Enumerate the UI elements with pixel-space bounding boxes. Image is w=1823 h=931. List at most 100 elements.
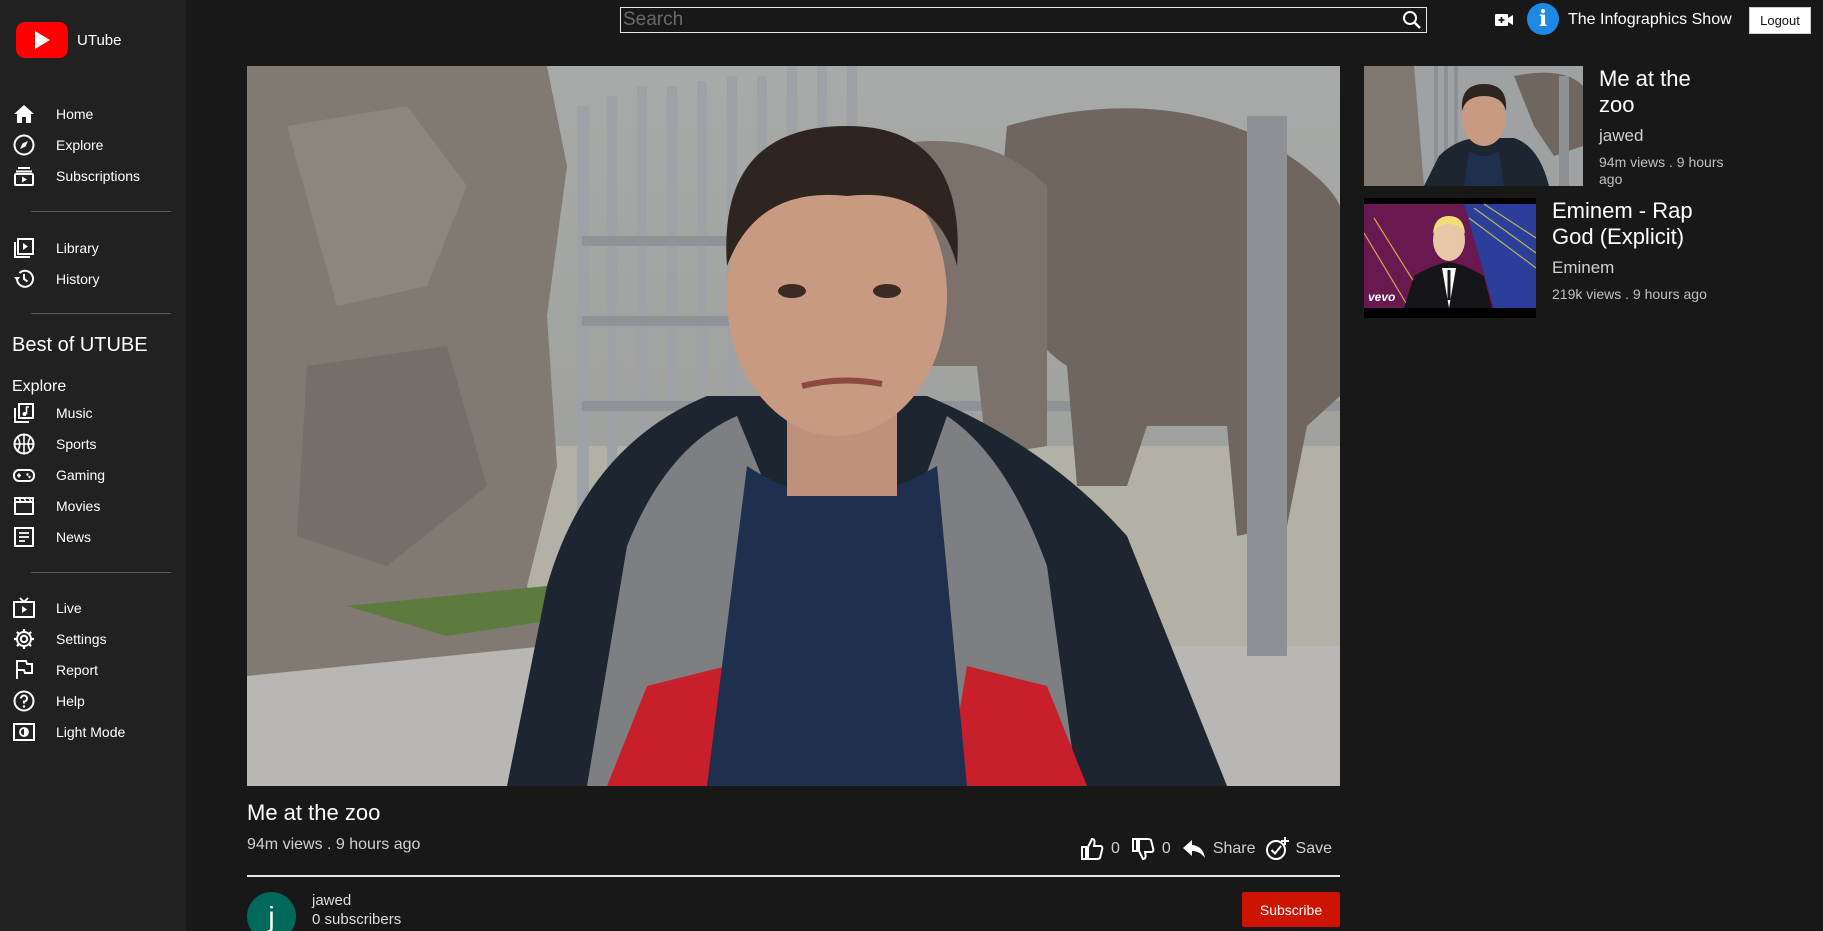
meta-line: ago (1599, 171, 1623, 187)
dislike-button[interactable]: 0 (1130, 836, 1181, 862)
divider (247, 875, 1340, 877)
sidebar-item-explore[interactable]: Explore (12, 133, 103, 157)
title-line: zoo (1599, 92, 1635, 117)
recommendation-channel[interactable]: jawed (1599, 126, 1643, 146)
section-title: Best of UTUBE (12, 334, 148, 356)
dislike-count: 0 (1161, 840, 1171, 857)
sidebar-item-label: Help (56, 693, 85, 709)
sidebar-divider (31, 313, 171, 314)
flag-icon (12, 658, 36, 682)
sidebar-item-label: Report (56, 662, 99, 678)
save-button[interactable]: Save (1264, 836, 1340, 862)
share-label: Share (1212, 840, 1256, 857)
sidebar-divider (31, 572, 171, 573)
sidebar-item-label: History (56, 271, 100, 287)
sidebar-item-label: Subscriptions (56, 168, 141, 184)
video-actions: 0 0 Share Save (1079, 836, 1340, 862)
sidebar-item-label: Home (56, 106, 94, 122)
home-icon (12, 102, 36, 126)
search-icon[interactable] (1402, 10, 1422, 30)
channel-name[interactable]: The Infographics Show (1568, 11, 1732, 29)
avatar-letter: j (268, 900, 275, 931)
sidebar-item-report[interactable]: Report (12, 658, 98, 682)
vevo-badge: vevo (1368, 290, 1396, 304)
recommendation-card[interactable]: vevo Eminem - Rap God (Explicit) Eminem … (1364, 198, 1784, 318)
library-icon (12, 236, 36, 260)
gaming-icon (12, 463, 36, 487)
recommendation-meta: 219k views . 9 hours ago (1552, 286, 1707, 303)
recommendation-title[interactable]: Eminem - Rap God (Explicit) (1552, 198, 1693, 250)
recommendation-card[interactable]: Me at the zoo jawed 94m views . 9 hours … (1364, 66, 1784, 191)
light-mode-icon (12, 720, 36, 744)
sports-icon (12, 432, 36, 456)
live-icon (12, 596, 36, 620)
video-frame (247, 66, 1340, 786)
sidebar-item-light-mode[interactable]: Light Mode (12, 720, 125, 744)
sidebar-item-library[interactable]: Library (12, 236, 99, 260)
thumbnail-image (1364, 66, 1583, 186)
recommendation-channel[interactable]: Eminem (1552, 258, 1614, 278)
gear-icon (12, 627, 36, 651)
uploader-name[interactable]: jawed (312, 892, 351, 909)
sidebar-item-label: Movies (56, 498, 101, 514)
sidebar-item-music[interactable]: Music (12, 401, 93, 425)
sidebar-item-label: News (56, 529, 92, 545)
compass-icon (12, 133, 36, 157)
channel-avatar[interactable]: i (1527, 3, 1559, 35)
sidebar-item-label: Live (56, 600, 82, 616)
sidebar-item-settings[interactable]: Settings (12, 627, 107, 651)
logout-button[interactable]: Logout (1749, 7, 1811, 34)
recommendation-title[interactable]: Me at the zoo (1599, 66, 1691, 118)
sidebar-item-label: Sports (56, 436, 97, 452)
video-meta: 94m views . 9 hours ago (247, 836, 421, 853)
app-logo[interactable]: UTube (16, 22, 121, 58)
like-button[interactable]: 0 (1079, 836, 1130, 862)
news-icon (12, 525, 36, 549)
sidebar-item-label: Gaming (56, 467, 106, 483)
sidebar-item-label: Music (56, 405, 93, 421)
create-video-icon[interactable] (1494, 10, 1514, 30)
meta-line: 94m views . 9 hours (1599, 154, 1724, 170)
avatar-letter: i (1538, 6, 1548, 32)
sidebar-item-label: Light Mode (56, 724, 126, 740)
sidebar-divider (31, 211, 171, 212)
uploader-avatar[interactable]: j (247, 892, 296, 931)
subscriber-count: 0 subscribers (312, 911, 402, 928)
sidebar-item-label: Settings (56, 631, 107, 647)
thumbs-down-icon (1131, 838, 1155, 861)
sidebar-item-sports[interactable]: Sports (12, 432, 96, 456)
meta-line: 219k views . 9 hours ago (1552, 286, 1707, 302)
save-label: Save (1295, 840, 1332, 857)
subscribe-button[interactable]: Subscribe (1242, 892, 1340, 927)
sidebar-item-gaming[interactable]: Gaming (12, 463, 105, 487)
video-thumbnail[interactable]: vevo (1364, 198, 1536, 318)
play-logo-icon (16, 22, 68, 58)
search-input[interactable] (623, 9, 1403, 31)
sidebar-item-history[interactable]: History (12, 267, 100, 291)
title-line: Me at the (1599, 66, 1691, 91)
title-line: God (Explicit) (1552, 224, 1685, 249)
sidebar-item-movies[interactable]: Movies (12, 494, 100, 518)
recommendation-meta: 94m views . 9 hours ago (1599, 154, 1724, 188)
share-icon (1182, 840, 1205, 858)
sidebar-item-label: Explore (56, 137, 104, 153)
sidebar-item-help[interactable]: Help (12, 689, 85, 713)
title-line: Eminem - Rap (1552, 198, 1693, 223)
sidebar-item-live[interactable]: Live (12, 596, 82, 620)
history-icon (12, 267, 36, 291)
sidebar-item-home[interactable]: Home (12, 102, 93, 126)
subscriptions-icon (12, 164, 36, 188)
sidebar-item-subscriptions[interactable]: Subscriptions (12, 164, 140, 188)
sidebar-item-news[interactable]: News (12, 525, 91, 549)
thumbs-up-icon (1081, 837, 1104, 860)
sidebar: UTube Home Explore Subscriptions Library… (0, 0, 186, 931)
help-icon (12, 689, 36, 713)
section-heading: Explore (12, 378, 67, 395)
video-player[interactable] (247, 66, 1340, 786)
video-title: Me at the zoo (247, 800, 381, 825)
search-bar (620, 7, 1427, 33)
video-thumbnail[interactable] (1364, 66, 1583, 186)
save-check-icon (1265, 837, 1289, 860)
share-button[interactable]: Share (1181, 836, 1264, 862)
like-count: 0 (1111, 840, 1120, 857)
